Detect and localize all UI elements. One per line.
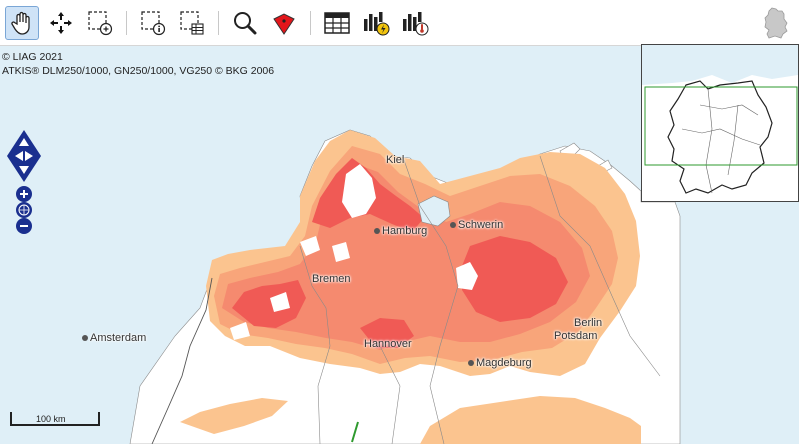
navigation-svg: [7, 130, 41, 234]
pan-tool-button[interactable]: [5, 5, 39, 40]
chart-energy-button[interactable]: [359, 6, 393, 40]
chart-energy-icon: [364, 11, 390, 35]
scale-label: 100 km: [36, 414, 66, 424]
city-label-hannover: Hannover: [364, 338, 412, 350]
identify-button[interactable]: [136, 6, 170, 40]
city-label-amsterdam: Amsterdam: [82, 332, 146, 344]
city-label-kiel: Kiel: [386, 154, 405, 166]
table-button[interactable]: [320, 6, 354, 40]
city-label-hamburg: Hamburg: [374, 225, 427, 237]
toolbar-separator: [126, 10, 127, 35]
globe-icon[interactable]: [16, 202, 32, 218]
map-toolbar: [0, 0, 799, 46]
city-dot: [450, 222, 456, 229]
search-icon: [234, 11, 257, 34]
attribution-line: ATKIS® DLM250/1000, GN250/1000, VG250 © …: [2, 65, 275, 77]
marker-icon: [273, 12, 295, 35]
city-label-magdeburg: Magdeburg: [468, 357, 532, 369]
city-label-schwerin: Schwerin: [450, 219, 503, 231]
city-label-bremen: Bremen: [312, 273, 351, 285]
toolbar-separator: [310, 10, 311, 35]
full-extent-button[interactable]: [44, 6, 78, 40]
attribution-line: © LIAG 2021: [2, 51, 63, 63]
marker-button[interactable]: [267, 6, 301, 40]
zoom-box-button[interactable]: [83, 6, 117, 40]
zoom-box-icon: [88, 10, 113, 35]
toolbar-separator: [218, 10, 219, 35]
germany-overview-button[interactable]: [759, 6, 793, 40]
identify-box-icon: [141, 10, 166, 35]
germany-map-icon: [764, 7, 788, 38]
table-icon: [324, 11, 350, 34]
overview-map[interactable]: [641, 44, 799, 202]
map-navigation-control: [7, 130, 41, 245]
city-label-berlin: Berlin: [574, 317, 603, 329]
select-table-box-icon: [180, 10, 204, 35]
map-attribution: © LIAG 2021 ATKIS® DLM250/1000, GN250/10…: [2, 50, 274, 78]
zoom-in-button[interactable]: [16, 186, 32, 202]
full-extent-icon: [50, 11, 72, 34]
pan-control[interactable]: [7, 130, 41, 182]
city-label-potsdam: Potsdam: [554, 330, 598, 342]
pan-hand-icon: [11, 11, 30, 35]
zoom-out-button[interactable]: [16, 218, 32, 234]
city-dot: [374, 228, 380, 235]
select-table-button[interactable]: [175, 6, 209, 40]
city-dot: [82, 335, 88, 342]
chart-temperature-button[interactable]: [398, 6, 432, 40]
overview-svg: [642, 45, 798, 201]
search-button[interactable]: [228, 6, 262, 40]
scale-bar: 100 km: [10, 412, 100, 426]
chart-temperature-icon: [403, 11, 429, 35]
city-dot: [468, 360, 474, 367]
